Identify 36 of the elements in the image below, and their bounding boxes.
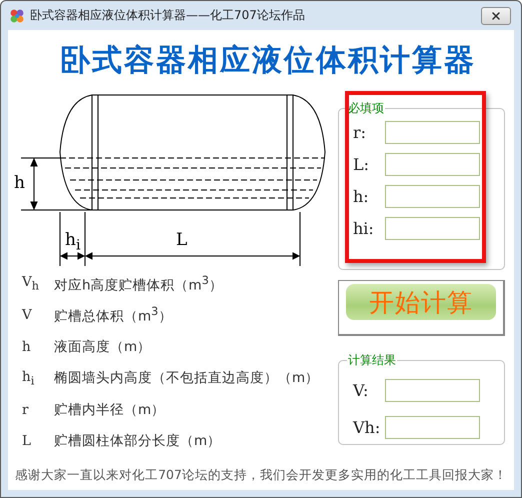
legend-symbol: V$_{h}$ [22, 274, 40, 294]
field-label: r: [353, 123, 368, 142]
field-label: Vh: [353, 418, 382, 437]
field-label: V: [353, 381, 370, 400]
input-field[interactable] [385, 379, 480, 402]
close-button[interactable] [481, 6, 511, 24]
legend-description: 对应h高度贮槽体积（m$^{3}$） [54, 274, 223, 294]
group-title: 计算结果 [347, 352, 397, 369]
footer-text: 感谢大家一直以来对化工707论坛的支持，我们会开发更多实用的化工工具回报大家！ [14, 466, 508, 484]
app-heading: 卧式容器相应液位体积计算器 [59, 42, 477, 80]
field-label: hi: [353, 219, 375, 238]
legend-description: 液面高度（m） [54, 338, 152, 356]
calculate-button[interactable]: 开始计算 [338, 280, 505, 336]
legend-symbol: h [22, 338, 32, 355]
group-title: 必填项 [347, 100, 385, 117]
input-field[interactable] [385, 153, 480, 176]
legend-symbol: V [22, 307, 33, 324]
legend-description: 贮槽圆柱体部分长度（m） [54, 432, 222, 450]
input-field[interactable] [385, 416, 480, 439]
dimension-label: h [14, 173, 25, 193]
input-field[interactable] [385, 217, 480, 240]
legend-description: 椭圆墙头内高度（不包括直边高度）（m） [54, 369, 320, 388]
window-title: 卧式容器相应液位体积计算器——化工707论坛作品 [30, 7, 306, 24]
dimension-label: h$_{i}$ [65, 230, 80, 250]
input-field[interactable] [385, 185, 480, 208]
app-logo-icon [9, 8, 25, 24]
field-label: h: [353, 187, 370, 206]
legend-symbol: r [22, 402, 30, 418]
legend-symbol: L [22, 433, 32, 450]
input-field[interactable] [385, 121, 480, 144]
legend-description: 贮槽内半径（m） [54, 400, 166, 419]
legend-symbol: h$_{i}$ [22, 368, 36, 388]
close-icon [490, 10, 502, 22]
field-label: L: [353, 155, 370, 174]
legend-description: 贮槽总体积（m$^{3}$） [54, 305, 172, 326]
dimension-label: L [176, 230, 188, 250]
